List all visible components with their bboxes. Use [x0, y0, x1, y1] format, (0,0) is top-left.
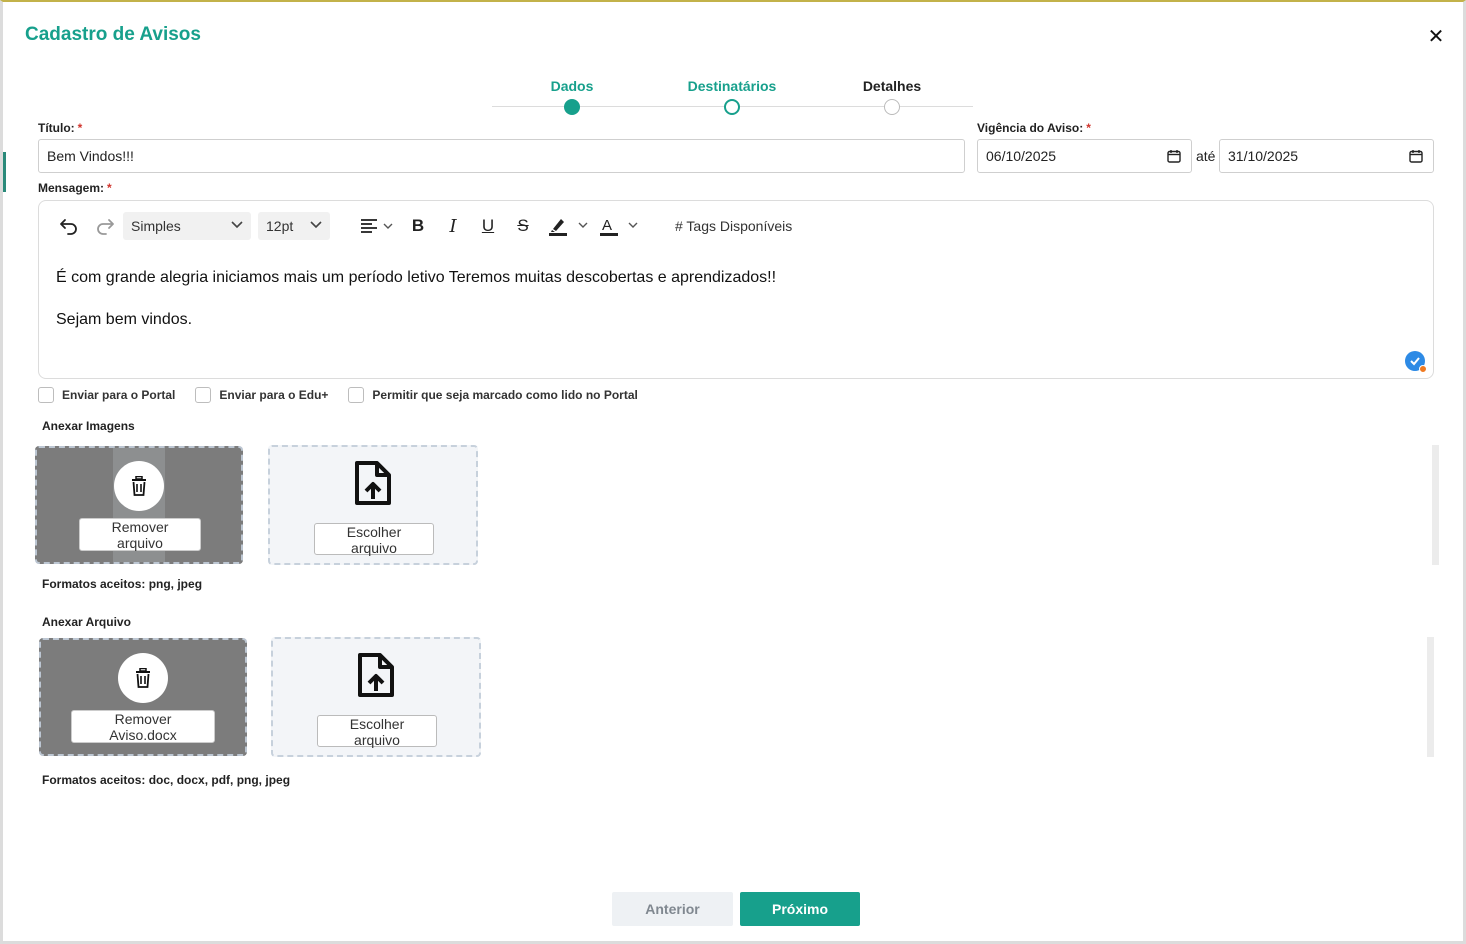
required-mark: * — [107, 181, 112, 195]
underline-icon[interactable]: U — [477, 213, 499, 239]
checkbox-box[interactable] — [348, 387, 365, 403]
checkbox-label: Enviar para o Portal — [62, 388, 176, 402]
date-to-input[interactable]: 31/10/2025 — [1219, 139, 1434, 173]
step-label: Dados — [550, 78, 594, 94]
editor-paragraph: Sejam bem vindos. — [56, 311, 193, 328]
images-scrollbar[interactable] — [1432, 445, 1439, 565]
chevron-down-icon — [310, 221, 322, 229]
images-formats: Formatos aceitos: png, jpeg — [42, 577, 203, 591]
grammar-badge — [1419, 365, 1427, 373]
block-format-select[interactable]: Simples — [123, 212, 251, 240]
validity-label-text: Vigência do Aviso: — [977, 121, 1084, 135]
mark-read-checkbox[interactable]: Permitir que seja marcado como lido no P… — [348, 387, 638, 403]
step-detalhes[interactable]: Detalhes — [812, 78, 972, 115]
files-scrollbar[interactable] — [1427, 637, 1434, 757]
files-formats: Formatos aceitos: doc, docx, pdf, png, j… — [42, 773, 291, 787]
date-to-value: 31/10/2025 — [1228, 148, 1299, 164]
choose-file-button[interactable]: Escolher arquivo — [317, 715, 437, 748]
calendar-icon[interactable] — [1167, 149, 1181, 163]
grammar-check-icon[interactable] — [1405, 351, 1427, 373]
date-from-value: 06/10/2025 — [986, 148, 1057, 164]
date-from-input[interactable]: 06/10/2025 — [977, 139, 1192, 173]
strikethrough-icon[interactable]: S — [512, 213, 534, 239]
send-portal-checkbox[interactable]: Enviar para o Portal — [38, 387, 175, 403]
file-upload-icon — [358, 653, 394, 697]
file-dropzone[interactable]: Escolher arquivo — [271, 637, 481, 757]
italic-icon[interactable]: I — [442, 213, 464, 239]
text-color-icon[interactable]: A — [599, 213, 643, 239]
checkbox-box[interactable] — [195, 387, 212, 403]
align-left-icon[interactable] — [357, 213, 397, 239]
highlight-color-icon[interactable] — [547, 213, 591, 239]
redo-icon[interactable] — [93, 213, 117, 239]
checkbox-label: Permitir que seja marcado como lido no P… — [372, 388, 638, 402]
undo-icon[interactable] — [57, 213, 81, 239]
message-label-text: Mensagem: — [38, 181, 105, 195]
background-accent — [3, 152, 6, 192]
editor-paragraph: É com grande alegria iniciamos mais um p… — [56, 269, 777, 286]
font-size-value: 12pt — [266, 218, 294, 234]
trash-icon[interactable] — [114, 461, 164, 511]
next-button[interactable]: Próximo — [740, 892, 860, 926]
choose-image-button[interactable]: Escolher arquivo — [314, 523, 434, 556]
editor-content[interactable]: É com grande alegria iniciamos mais um p… — [56, 267, 776, 351]
image-dropzone[interactable]: Escolher arquivo — [268, 445, 478, 565]
files-section-label: Anexar Arquivo — [42, 615, 131, 629]
dialog-title: Cadastro de Avisos — [25, 24, 201, 45]
checkbox-label: Enviar para o Edu+ — [219, 388, 329, 402]
image-preview: Remover arquivo — [35, 446, 243, 564]
options-row: Enviar para o Portal Enviar para o Edu+ … — [38, 387, 658, 403]
file-upload-icon — [355, 461, 391, 505]
step-dot — [724, 99, 740, 115]
send-edu-checkbox[interactable]: Enviar para o Edu+ — [195, 387, 328, 403]
step-dot — [884, 99, 900, 115]
required-mark: * — [77, 121, 83, 135]
tags-available-button[interactable]: # Tags Disponíveis — [675, 218, 792, 234]
dialog: Cadastro de Avisos ✕ Dados Destinatários… — [0, 0, 1466, 944]
remove-file-button[interactable]: Remover Aviso.docx — [71, 710, 215, 743]
step-label: Detalhes — [862, 78, 922, 94]
close-icon[interactable]: ✕ — [1427, 27, 1445, 47]
title-label: Título: * — [38, 121, 82, 135]
remove-image-button[interactable]: Remover arquivo — [79, 518, 201, 551]
block-format-value: Simples — [131, 218, 181, 234]
step-label: Destinatários — [687, 78, 777, 94]
date-separator: até — [1196, 148, 1216, 164]
validity-label: Vigência do Aviso: * — [977, 121, 1091, 135]
required-mark: * — [1086, 121, 1091, 135]
rich-text-editor: Simples 12pt B I U S A # Tags Disponívei… — [38, 200, 1434, 379]
title-input[interactable] — [38, 139, 965, 173]
font-size-select[interactable]: 12pt — [258, 212, 330, 240]
previous-button[interactable]: Anterior — [612, 892, 733, 926]
file-preview: Remover Aviso.docx — [39, 638, 247, 756]
step-destinatarios[interactable]: Destinatários — [652, 78, 812, 115]
svg-text:A: A — [602, 217, 612, 234]
bold-icon[interactable]: B — [407, 213, 429, 239]
checkbox-box[interactable] — [38, 387, 54, 403]
calendar-icon[interactable] — [1409, 149, 1423, 163]
chevron-down-icon — [231, 221, 243, 229]
images-section-label: Anexar Imagens — [42, 419, 135, 433]
title-label-text: Título: — [38, 121, 75, 135]
trash-icon[interactable] — [118, 653, 168, 703]
step-dot — [564, 99, 580, 115]
message-label: Mensagem: * — [38, 181, 112, 195]
step-dados[interactable]: Dados — [492, 78, 652, 115]
